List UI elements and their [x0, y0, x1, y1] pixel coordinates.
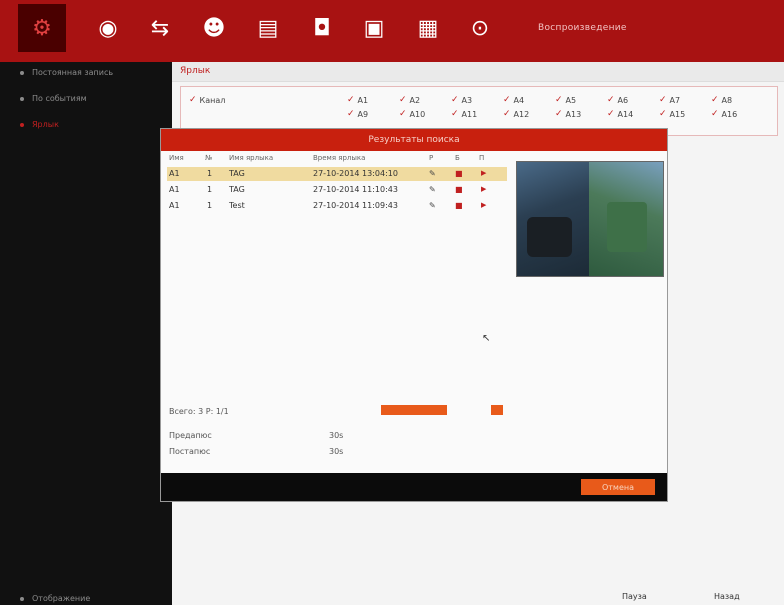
channel-checkbox[interactable]: ✓ A11 [451, 109, 477, 119]
channel-checkbox[interactable]: ✓ A14 [607, 109, 633, 119]
sidebar-item-events[interactable]: По событиям [20, 94, 87, 103]
pre-record-value[interactable]: 30s [329, 431, 343, 440]
check-icon: ✓ [451, 109, 459, 119]
channel-checkbox[interactable]: ✓ A2 [399, 95, 420, 105]
channel-all-checkbox[interactable]: ✓ Канал [189, 95, 225, 105]
check-icon: ✓ [659, 95, 667, 105]
check-icon: ✓ [711, 109, 719, 119]
camera-icon[interactable]: ◉ [88, 8, 128, 48]
section-title: Ярлык [180, 66, 211, 76]
channel-checkbox[interactable]: ✓ A5 [555, 95, 576, 105]
cancel-button[interactable]: Отмена [581, 479, 655, 495]
channel-checkbox[interactable]: ✓ A7 [659, 95, 680, 105]
pause-label[interactable]: Пауза [622, 592, 647, 601]
bullet-icon [20, 596, 24, 601]
sidebar-item-label: Постоянная запись [32, 68, 114, 77]
dialog-footer: Отмена [161, 473, 667, 501]
check-icon: ✓ [503, 95, 511, 105]
play-icon[interactable]: ▶ [481, 185, 486, 193]
search-record-icon[interactable]: ▣ [354, 8, 394, 48]
channel-checkbox[interactable]: ✓ A10 [399, 109, 425, 119]
edit-icon[interactable]: ✎ [429, 169, 436, 178]
dialog-title: Результаты поиска [161, 129, 667, 151]
sidebar-item-display[interactable]: Отображение [20, 594, 90, 603]
table-row[interactable]: A1 1 Test 27-10-2014 11:09:43 ✎ ■ ▶ [167, 199, 507, 213]
pre-record-label: Предапюс [169, 431, 212, 440]
sidebar-item-tag[interactable]: Ярлык [20, 120, 59, 129]
check-icon: ✓ [503, 109, 511, 119]
column-header: П [479, 154, 485, 162]
results-list: Имя № Имя ярлыка Время ярлыка Р Б П A1 1… [161, 151, 511, 441]
channel-checkbox[interactable]: ✓ A3 [451, 95, 472, 105]
check-icon: ✓ [399, 95, 407, 105]
shutdown-icon[interactable]: ⊙ [460, 8, 500, 48]
channel-checkbox[interactable]: ✓ A4 [503, 95, 524, 105]
column-header: Время ярлыка [313, 154, 366, 162]
check-icon: ✓ [659, 109, 667, 119]
check-icon: ✓ [189, 95, 197, 105]
channel-checkbox[interactable]: ✓ A15 [659, 109, 685, 119]
check-icon: ✓ [347, 95, 355, 105]
channel-checkbox[interactable]: ✓ A1 [347, 95, 368, 105]
column-header: Р [429, 154, 434, 162]
channel-checkbox[interactable]: ✓ A12 [503, 109, 529, 119]
settings-gear-icon[interactable]: ⚙ [18, 4, 66, 52]
channel-checkbox[interactable]: ✓ A8 [711, 95, 732, 105]
export-icon[interactable]: ▦ [408, 8, 448, 48]
check-icon: ✓ [555, 95, 563, 105]
network-icon[interactable]: ⇆ [140, 8, 180, 48]
table-row[interactable]: A1 1 TAG 27-10-2014 13:04:10 ✎ ■ ▶ [167, 167, 507, 181]
bullet-icon [20, 70, 24, 75]
post-record-label: Постапюс [169, 447, 211, 456]
edit-icon[interactable]: ✎ [429, 185, 436, 194]
table-row[interactable]: A1 1 TAG 27-10-2014 11:10:43 ✎ ■ ▶ [167, 183, 507, 197]
column-header: № [205, 154, 213, 162]
check-icon: ✓ [711, 95, 719, 105]
play-icon[interactable]: ▶ [481, 169, 486, 177]
column-header: Б [455, 154, 460, 162]
delete-icon[interactable]: ■ [455, 185, 463, 194]
search-results-dialog: Результаты поиска Имя № Имя ярлыка Время… [160, 128, 668, 502]
check-icon: ✓ [607, 109, 615, 119]
edit-icon[interactable]: ✎ [429, 201, 436, 210]
sidebar-item-label: По событиям [32, 94, 87, 103]
cctv-icon[interactable]: ◘ [302, 8, 342, 48]
storage-icon[interactable]: ▤ [248, 8, 288, 48]
check-icon: ✓ [555, 109, 563, 119]
delete-icon[interactable]: ■ [455, 169, 463, 178]
check-icon: ✓ [607, 95, 615, 105]
sidebar-item-label: Отображение [32, 594, 91, 603]
page-go-button[interactable] [491, 405, 503, 415]
back-label[interactable]: Назад [714, 592, 740, 601]
page-nav-buttons[interactable] [381, 405, 447, 415]
check-icon: ✓ [451, 95, 459, 105]
bullet-icon [20, 96, 24, 101]
check-icon: ✓ [399, 109, 407, 119]
total-count: Всего: 3 P: 1/1 [169, 407, 229, 416]
sidebar-item-continuous-record[interactable]: Постоянная запись [20, 68, 113, 77]
bullet-icon [20, 122, 24, 127]
user-icon[interactable]: ☻ [194, 8, 234, 48]
post-record-value[interactable]: 30s [329, 447, 343, 456]
column-header: Имя [169, 154, 184, 162]
delete-icon[interactable]: ■ [455, 201, 463, 210]
channel-checkbox[interactable]: ✓ A16 [711, 109, 737, 119]
sidebar: Постоянная запись По событиям Ярлык Отоб… [0, 62, 172, 605]
check-icon: ✓ [347, 109, 355, 119]
table-header: Имя № Имя ярлыка Время ярлыка Р Б П [161, 151, 511, 165]
sidebar-item-label: Ярлык [32, 120, 59, 129]
channel-checkbox[interactable]: ✓ A9 [347, 109, 368, 119]
section-header: Ярлык [172, 62, 784, 82]
top-toolbar: ⚙ ◉ ⇆ ☻ ▤ ◘ ▣ ▦ ⊙ Воспроизведение [0, 0, 784, 62]
video-preview [516, 161, 664, 277]
toolbar-title[interactable]: Воспроизведение [538, 23, 627, 33]
mouse-cursor-icon: ↖ [482, 333, 491, 344]
channel-checkbox[interactable]: ✓ A6 [607, 95, 628, 105]
play-icon[interactable]: ▶ [481, 201, 486, 209]
channel-checkbox[interactable]: ✓ A13 [555, 109, 581, 119]
column-header: Имя ярлыка [229, 154, 274, 162]
